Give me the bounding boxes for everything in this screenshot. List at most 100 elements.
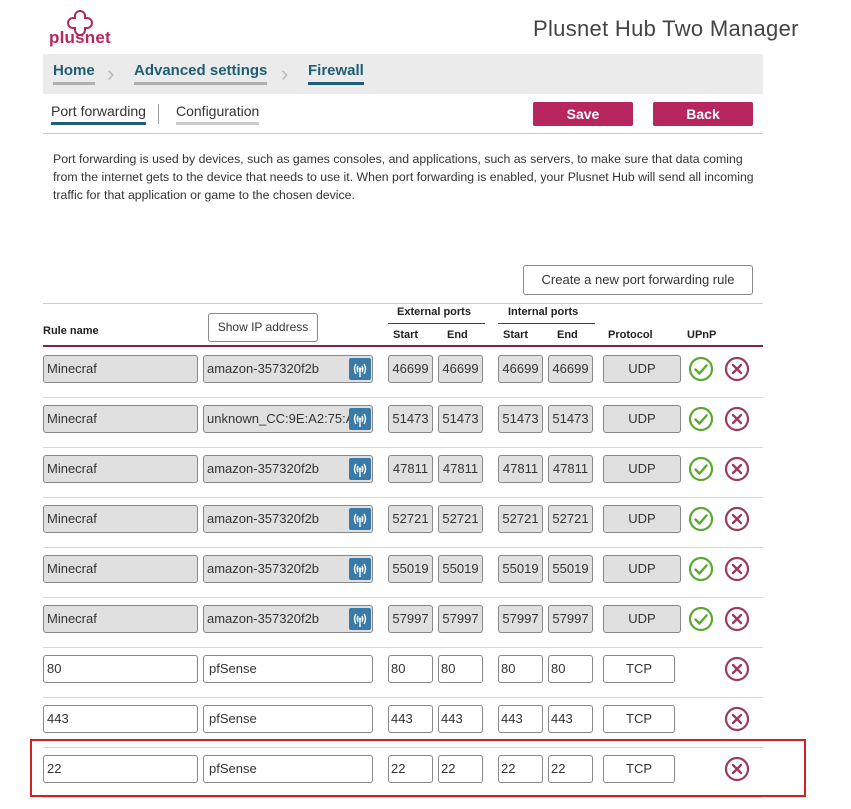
- app-title: Plusnet Hub Two Manager: [533, 16, 799, 41]
- ext-start-field[interactable]: 80: [388, 655, 433, 683]
- delete-rule-icon[interactable]: [724, 556, 750, 582]
- check-circle-icon[interactable]: [688, 406, 714, 432]
- wifi-device-icon: [349, 508, 371, 530]
- ext-end-field[interactable]: 51473: [438, 405, 483, 433]
- protocol-select[interactable]: TCP: [603, 705, 675, 733]
- table-row: Minecraf amazon-357320f2b 52721 52721 52721 5…: [43, 498, 763, 548]
- rule-name-field[interactable]: Minecraf: [43, 355, 198, 383]
- int-end-field[interactable]: 51473: [548, 405, 593, 433]
- ext-start-field[interactable]: 443: [388, 705, 433, 733]
- int-end-field[interactable]: 80: [548, 655, 593, 683]
- delete-rule-icon[interactable]: [724, 356, 750, 382]
- delete-rule-icon[interactable]: [724, 706, 750, 732]
- rule-name-field[interactable]: Minecraf: [43, 455, 198, 483]
- logo-text: plusnet: [49, 28, 111, 47]
- show-ip-address-button[interactable]: Show IP address: [208, 313, 318, 342]
- delete-rule-icon[interactable]: [724, 456, 750, 482]
- protocol-select[interactable]: UDP: [603, 405, 681, 433]
- check-circle-icon[interactable]: [688, 506, 714, 532]
- header-protocol: Protocol: [608, 329, 653, 341]
- device-field[interactable]: amazon-357320f2b: [203, 605, 373, 633]
- table-row: 80 pfSense 80 80 80 80 TCP: [43, 648, 763, 698]
- int-end-field[interactable]: 52721: [548, 505, 593, 533]
- protocol-select[interactable]: UDP: [603, 355, 681, 383]
- check-circle-icon[interactable]: [688, 356, 714, 382]
- int-start-field[interactable]: 46699: [498, 355, 543, 383]
- header-internal-ports: Internal ports: [508, 306, 579, 318]
- ext-start-field[interactable]: 46699: [388, 355, 433, 383]
- int-start-field[interactable]: 52721: [498, 505, 543, 533]
- ext-start-field[interactable]: 51473: [388, 405, 433, 433]
- int-start-field[interactable]: 55019: [498, 555, 543, 583]
- header-external-ports: External ports: [397, 306, 471, 318]
- check-circle-icon[interactable]: [688, 456, 714, 482]
- device-field[interactable]: amazon-357320f2b: [203, 455, 373, 483]
- ext-end-field[interactable]: 47811: [438, 455, 483, 483]
- rule-name-field[interactable]: 443: [43, 705, 198, 733]
- device-field[interactable]: unknown_CC:9E:A2:75:A: [203, 405, 373, 433]
- header-int-end: End: [557, 329, 578, 341]
- ext-start-field[interactable]: 47811: [388, 455, 433, 483]
- int-end-field[interactable]: 443: [548, 705, 593, 733]
- chevron-right-icon: ›: [281, 61, 289, 86]
- int-end-field[interactable]: 47811: [548, 455, 593, 483]
- ext-end-field[interactable]: 80: [438, 655, 483, 683]
- ext-end-field[interactable]: 52721: [438, 505, 483, 533]
- int-start-field[interactable]: 51473: [498, 405, 543, 433]
- rule-name-field[interactable]: Minecraf: [43, 405, 198, 433]
- ext-end-field[interactable]: 46699: [438, 355, 483, 383]
- delete-rule-icon[interactable]: [724, 506, 750, 532]
- protocol-select[interactable]: UDP: [603, 505, 681, 533]
- group-underline: [498, 323, 595, 324]
- breadcrumb-advanced-settings[interactable]: Advanced settings: [134, 62, 268, 85]
- header-ext-start: Start: [393, 329, 419, 341]
- int-start-field[interactable]: 80: [498, 655, 543, 683]
- intro-text: Port forwarding is used by devices, such…: [53, 152, 754, 202]
- int-start-field[interactable]: 47811: [498, 455, 543, 483]
- int-end-field[interactable]: 46699: [548, 355, 593, 383]
- ext-end-field[interactable]: 443: [438, 705, 483, 733]
- rule-name-field[interactable]: Minecraf: [43, 605, 198, 633]
- tab-configuration[interactable]: Configuration: [176, 103, 260, 125]
- device-field[interactable]: amazon-357320f2b: [203, 555, 373, 583]
- device-field[interactable]: pfSense: [203, 705, 373, 733]
- int-start-field[interactable]: 57997: [498, 605, 543, 633]
- device-field[interactable]: pfSense: [203, 655, 373, 683]
- wifi-device-icon: [349, 358, 371, 380]
- save-button[interactable]: Save: [533, 102, 633, 126]
- check-circle-icon[interactable]: [688, 556, 714, 582]
- wifi-device-icon: [349, 408, 371, 430]
- delete-rule-icon[interactable]: [724, 656, 750, 682]
- ext-start-field[interactable]: 57997: [388, 605, 433, 633]
- protocol-select[interactable]: UDP: [603, 455, 681, 483]
- table-row: Minecraf amazon-357320f2b 47811 47811 47811 4…: [43, 448, 763, 498]
- ext-end-field[interactable]: 55019: [438, 555, 483, 583]
- header-upnp: UPnP: [687, 329, 717, 341]
- tab-port-forwarding[interactable]: Port forwarding: [51, 103, 146, 125]
- device-field[interactable]: amazon-357320f2b: [203, 355, 373, 383]
- ext-end-field[interactable]: 57997: [438, 605, 483, 633]
- header-ext-end: End: [447, 329, 468, 341]
- protocol-select[interactable]: TCP: [603, 655, 675, 683]
- delete-rule-icon[interactable]: [724, 406, 750, 432]
- back-button[interactable]: Back: [653, 102, 753, 126]
- header-rule-name: Rule name: [43, 325, 99, 337]
- device-field[interactable]: amazon-357320f2b: [203, 505, 373, 533]
- breadcrumb-firewall[interactable]: Firewall: [308, 62, 364, 85]
- breadcrumb-home[interactable]: Home: [53, 62, 95, 85]
- rule-name-field[interactable]: 80: [43, 655, 198, 683]
- header-int-start: Start: [503, 329, 529, 341]
- create-rule-button[interactable]: Create a new port forwarding rule: [523, 265, 753, 295]
- delete-rule-icon[interactable]: [724, 606, 750, 632]
- protocol-select[interactable]: UDP: [603, 605, 681, 633]
- rule-name-field[interactable]: Minecraf: [43, 505, 198, 533]
- rule-name-field[interactable]: Minecraf: [43, 555, 198, 583]
- protocol-select[interactable]: UDP: [603, 555, 681, 583]
- int-end-field[interactable]: 55019: [548, 555, 593, 583]
- int-start-field[interactable]: 443: [498, 705, 543, 733]
- ext-start-field[interactable]: 55019: [388, 555, 433, 583]
- ext-start-field[interactable]: 52721: [388, 505, 433, 533]
- chevron-right-icon: ›: [107, 61, 115, 86]
- check-circle-icon[interactable]: [688, 606, 714, 632]
- int-end-field[interactable]: 57997: [548, 605, 593, 633]
